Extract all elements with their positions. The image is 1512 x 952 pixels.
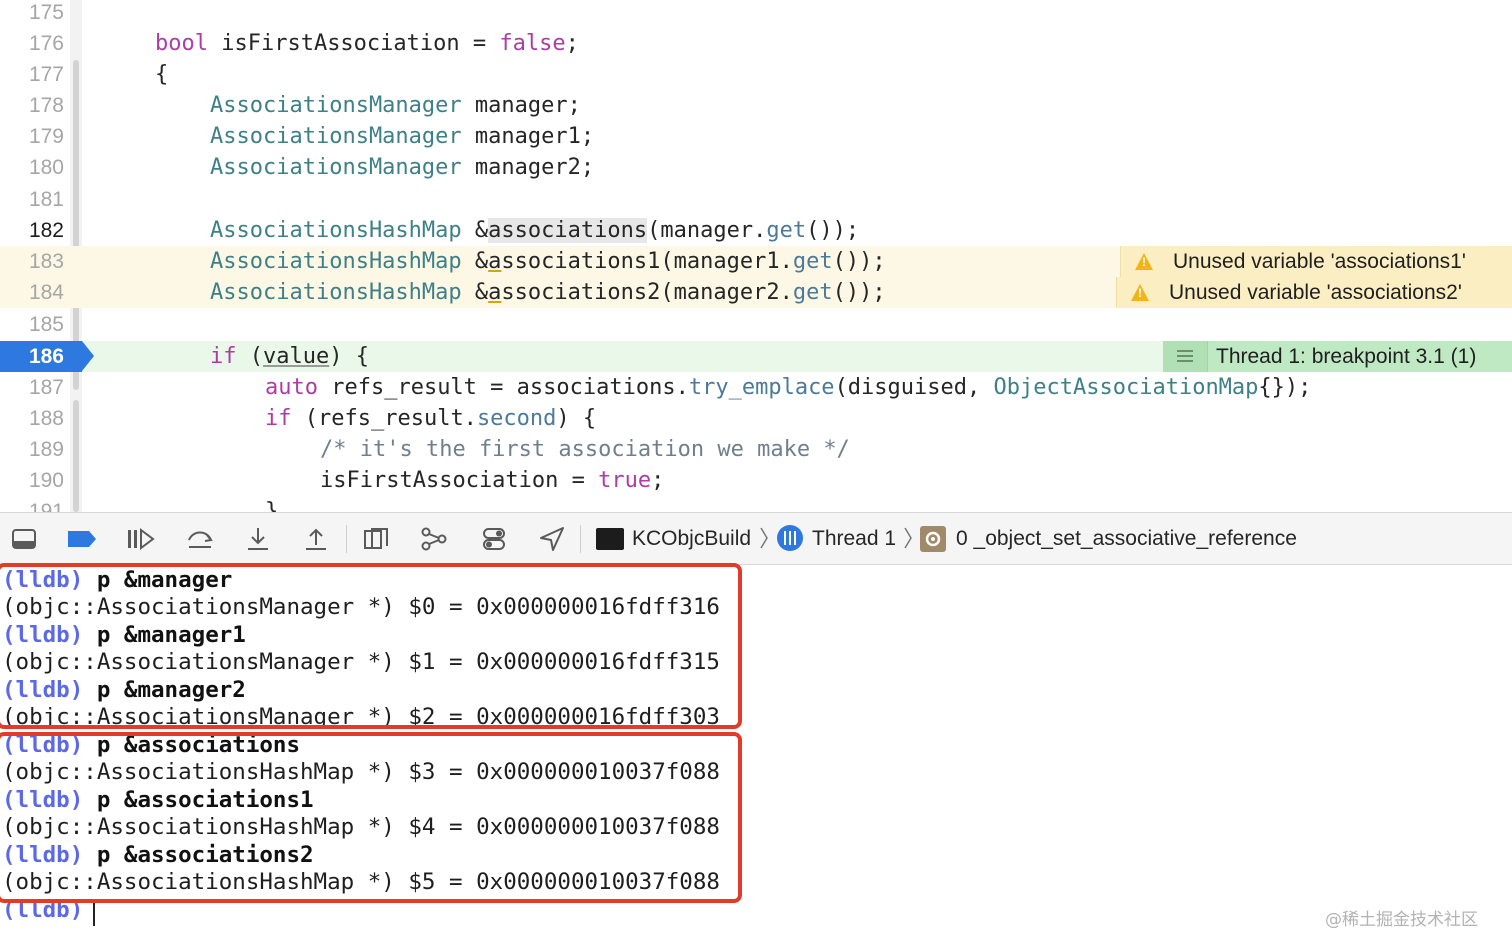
text-cursor [93, 902, 95, 926]
code-text: AssociationsHashMap &associations1(manag… [210, 249, 886, 274]
view-debugger-icon[interactable] [360, 523, 392, 555]
code-text: if (value) { [210, 344, 369, 369]
code-line: 190 isFirstAssociation = true; [0, 465, 1512, 496]
code-text: AssociationsHashMap &associations(manage… [210, 218, 860, 243]
code-text: AssociationsManager manager; [210, 93, 581, 118]
line-number: 177 [28, 63, 64, 86]
memory-graph-icon[interactable] [418, 523, 450, 555]
code-text: { [155, 62, 169, 87]
line-number: 175 [28, 1, 64, 24]
line-number: 187 [28, 376, 64, 399]
breakpoint-label: Thread 1: breakpoint 3.1 (1) [1216, 345, 1477, 368]
simulate-location-icon[interactable] [536, 523, 568, 555]
code-line: 177 { [0, 59, 1512, 90]
line-number: 183 [28, 250, 64, 273]
line-number: 191 [28, 500, 64, 512]
warning-annotation[interactable]: ! Unused variable 'associations2' [1116, 277, 1512, 308]
app-target-icon [596, 528, 624, 550]
code-comment: /* it's the first association we make */ [320, 437, 850, 462]
breadcrumb-frame[interactable]: 0 _object_set_associative_reference [956, 513, 1297, 564]
step-out-icon[interactable] [300, 523, 332, 555]
line-number: 188 [28, 407, 64, 430]
code-text: isFirstAssociation = true; [320, 468, 665, 493]
code-text: bool isFirstAssociation = false; [155, 31, 579, 56]
code-line: 191 } [0, 496, 1512, 512]
chevron-right-icon [760, 527, 768, 549]
watermark: @稀土掘金技术社区 [1325, 910, 1478, 930]
code-line: 180 AssociationsManager manager2; [0, 152, 1512, 183]
code-line: 182 AssociationsHashMap &associations(ma… [0, 215, 1512, 246]
code-line: 185 [0, 309, 1512, 340]
line-number: 184 [28, 281, 64, 304]
warning-annotation[interactable]: ! Unused variable 'associations1' [1120, 246, 1512, 277]
code-line: 176 bool isFirstAssociation = false; [0, 28, 1512, 59]
code-text: AssociationsHashMap &associations2(manag… [210, 280, 886, 305]
chevron-right-icon [904, 527, 912, 549]
toolbar-separator [580, 525, 581, 553]
warning-text: Unused variable 'associations2' [1169, 281, 1462, 304]
line-number: 176 [28, 32, 64, 55]
step-into-icon[interactable] [242, 523, 274, 555]
stack-frame-icon [920, 526, 946, 552]
breakpoints-toggle-icon[interactable] [66, 523, 98, 555]
toolbar-separator [346, 525, 347, 553]
code-text: AssociationsManager manager1; [210, 124, 595, 149]
breakpoint-tip [82, 341, 94, 371]
code-line: 187 auto refs_result = associations.try_… [0, 372, 1512, 403]
line-number: 180 [28, 156, 64, 179]
environment-overrides-icon[interactable] [478, 523, 510, 555]
line-number: 181 [28, 188, 64, 211]
step-over-icon[interactable] [184, 523, 216, 555]
line-number: 189 [28, 438, 64, 461]
breadcrumb-thread[interactable]: Thread 1 [812, 513, 896, 564]
highlight-box-hashmaps [0, 732, 742, 903]
line-number: 178 [28, 94, 64, 117]
list-icon[interactable] [1163, 341, 1208, 372]
warning-icon: ! [1117, 277, 1161, 308]
code-line: 178 AssociationsManager manager; [0, 90, 1512, 121]
code-line: 188 if (refs_result.second) { [0, 403, 1512, 434]
breakpoint-marker[interactable]: 186 [0, 341, 94, 372]
line-number: 185 [28, 313, 64, 336]
continue-icon[interactable] [124, 523, 156, 555]
thread-icon [777, 525, 803, 551]
code-text: AssociationsManager manager2; [210, 155, 595, 180]
code-line: 181 [0, 184, 1512, 215]
line-number: 182 [28, 219, 64, 242]
warning-icon: ! [1121, 246, 1165, 277]
code-editor[interactable]: 175 176 bool isFirstAssociation = false;… [0, 0, 1512, 512]
breadcrumb-target[interactable]: KCObjcBuild [632, 513, 751, 564]
warning-text: Unused variable 'associations1' [1173, 250, 1466, 273]
debug-toolbar: KCObjcBuild Thread 1 0 _object_set_assoc… [0, 512, 1512, 565]
thread-breakpoint-annotation[interactable]: Thread 1: breakpoint 3.1 (1) [1163, 341, 1512, 372]
code-text: } [265, 499, 279, 512]
code-line: 179 AssociationsManager manager1; [0, 121, 1512, 152]
line-number: 179 [28, 125, 64, 148]
code-text: if (refs_result.second) { [265, 406, 597, 431]
code-line: 189 /* it's the first association we mak… [0, 434, 1512, 465]
line-number: 190 [28, 469, 64, 492]
code-text: auto refs_result = associations.try_empl… [265, 375, 1312, 400]
hide-console-icon[interactable] [8, 523, 40, 555]
line-number-current: 186 [28, 345, 64, 368]
code-line: 175 [0, 0, 1512, 28]
lldb-console[interactable]: (lldb) p &manager (objc::AssociationsMan… [0, 563, 1512, 952]
highlight-box-managers [0, 563, 742, 729]
